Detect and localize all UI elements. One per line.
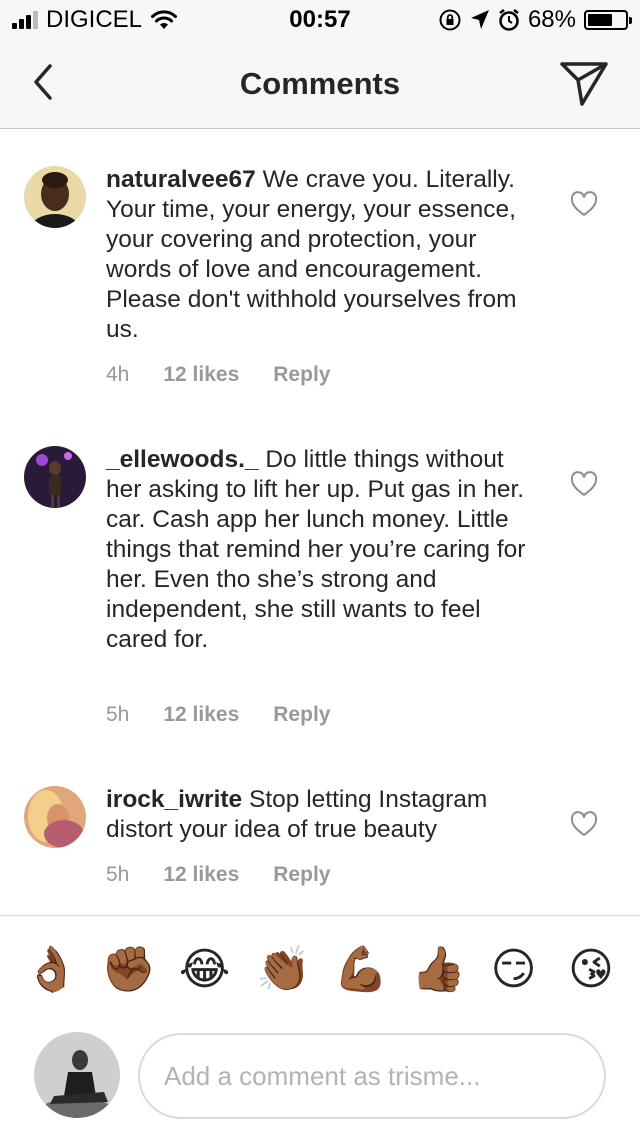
reply-button[interactable]: Reply xyxy=(273,703,330,727)
comment-time: 4h xyxy=(106,363,130,386)
chevron-left-icon[interactable] xyxy=(24,60,64,104)
heart-icon[interactable] xyxy=(570,811,598,837)
comment-composer xyxy=(0,1030,640,1130)
kissing-face-emoji[interactable]: 😘 xyxy=(566,945,616,995)
status-right: 68% xyxy=(438,6,632,34)
battery-fill xyxy=(588,14,613,26)
avatar[interactable] xyxy=(24,786,86,848)
battery-percent: 68% xyxy=(527,6,576,33)
comment-body: irock_iwrite Stop letting Instagram dist… xyxy=(106,785,536,845)
comment-body: _ellewoods._ Do little things without he… xyxy=(106,445,536,655)
avatar[interactable] xyxy=(24,166,86,228)
nav-bar: Comments xyxy=(0,40,640,129)
reply-button[interactable]: Reply xyxy=(273,863,330,887)
comment-text: Do little things without her asking to l… xyxy=(106,446,526,653)
carrier-label: DIGICEL xyxy=(46,6,143,33)
comment-username[interactable]: irock_iwrite xyxy=(106,786,242,813)
thumbs-up-emoji[interactable]: 👍🏾 xyxy=(411,945,466,995)
alarm-icon xyxy=(499,9,519,31)
comment-likes[interactable]: 12 likes xyxy=(163,703,239,727)
emoji-bar: 👌🏾 ✊🏾 😂 👏🏾 💪🏾 👍🏾 😏 😘 xyxy=(24,940,616,1000)
comment-username[interactable]: naturalvee67 xyxy=(106,166,256,193)
battery-icon xyxy=(584,10,632,30)
clapping-hands-emoji[interactable]: 👏🏾 xyxy=(256,945,311,995)
heart-icon[interactable] xyxy=(570,471,598,497)
page-title: Comments xyxy=(239,66,401,101)
smirking-face-emoji[interactable]: 😏 xyxy=(489,945,539,995)
status-time: 00:57 xyxy=(289,6,351,33)
comment-input[interactable] xyxy=(138,1033,606,1119)
status-left: DIGICEL xyxy=(12,6,178,34)
wifi-icon xyxy=(151,10,178,29)
comment-meta: 5h 12 likes Reply xyxy=(106,863,330,887)
comment-meta: 5h 12 likes Reply xyxy=(106,703,330,727)
flexed-biceps-emoji[interactable]: 💪🏾 xyxy=(334,945,389,995)
divider xyxy=(0,915,640,916)
heart-icon[interactable] xyxy=(570,191,598,217)
comment-body: naturalvee67 We crave you. Literally. Yo… xyxy=(106,165,536,345)
avatar[interactable] xyxy=(24,446,86,508)
comment-time: 5h xyxy=(106,703,130,726)
comment-time: 5h xyxy=(106,863,130,886)
raised-fist-emoji[interactable]: ✊🏾 xyxy=(101,945,156,995)
ok-hand-emoji[interactable]: 👌🏾 xyxy=(24,945,79,995)
comment-username[interactable]: _ellewoods._ xyxy=(106,446,259,473)
comment-meta: 4h 12 likes Reply xyxy=(106,363,330,387)
my-avatar xyxy=(34,1032,120,1118)
rotation-lock-icon xyxy=(439,9,461,31)
direct-send-icon[interactable] xyxy=(558,58,610,108)
status-bar: DIGICEL 00:57 68% xyxy=(0,0,640,40)
tears-of-joy-emoji[interactable]: 😂 xyxy=(179,945,230,995)
reply-button[interactable]: Reply xyxy=(273,363,330,387)
comment-likes[interactable]: 12 likes xyxy=(163,363,239,387)
comment-likes[interactable]: 12 likes xyxy=(163,863,239,887)
signal-icon xyxy=(12,11,38,29)
location-icon xyxy=(470,10,489,29)
